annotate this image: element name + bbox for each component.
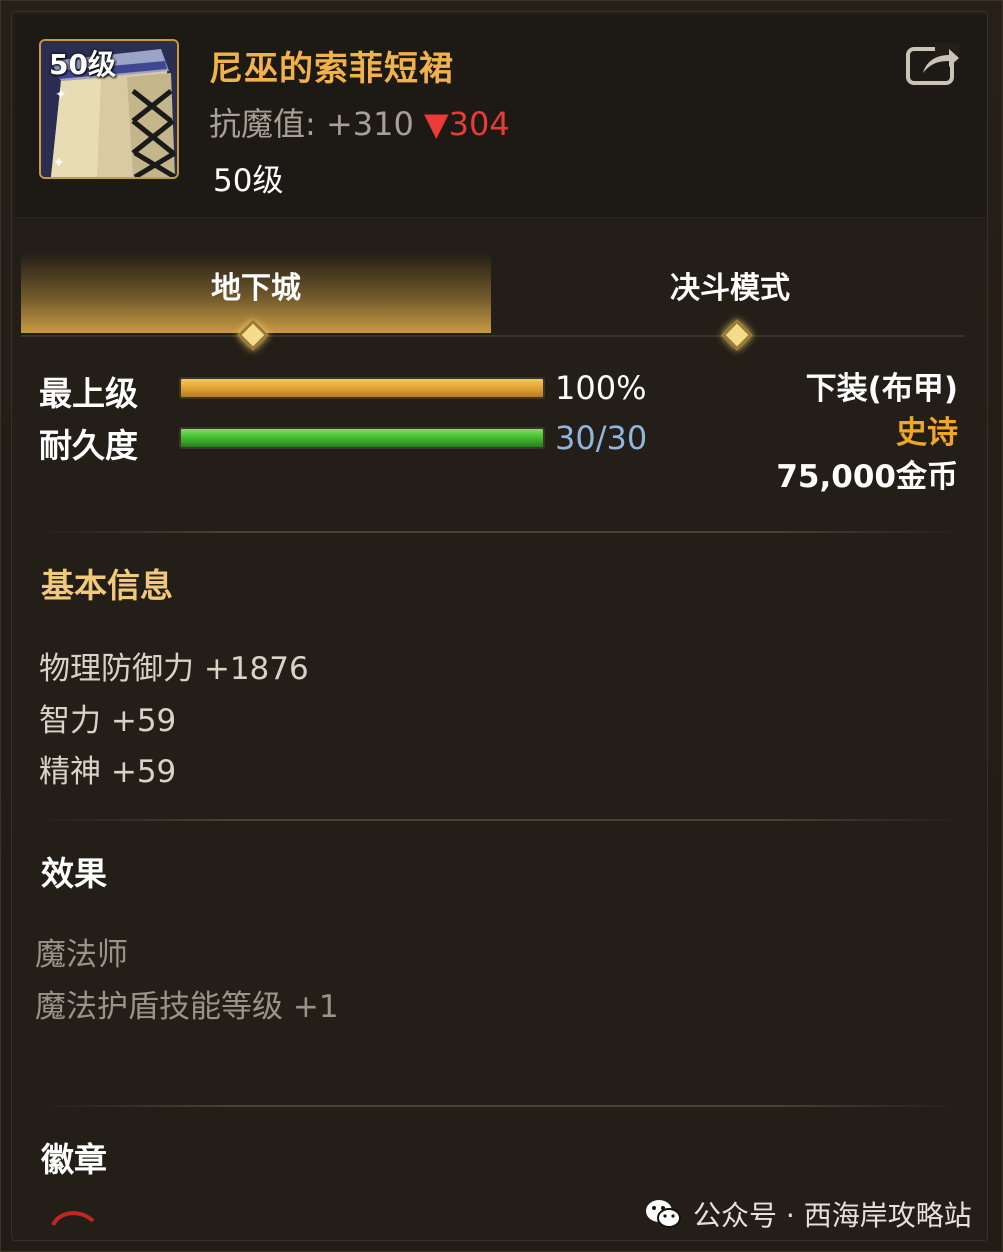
item-name: 尼巫的索菲短裙 [209,49,454,89]
durability-value: 30/30 [555,419,648,457]
basic-info-line: 物理防御力 +1876 [39,651,309,687]
watermark-text: 公众号 · 西海岸攻略站 [693,1199,972,1232]
divider [39,819,963,821]
durability-bar-fill [181,429,543,447]
item-price: 75,000金币 [776,459,958,495]
basic-info-title: 基本信息 [41,566,173,605]
grade-bar [179,377,545,399]
wechat-icon [646,1200,681,1228]
svg-text:✦: ✦ [55,87,67,103]
tab-dungeon-label: 地下城 [211,271,301,306]
item-level: 50级 [213,163,284,199]
stat-diff: ▼304 [424,105,510,143]
item-rarity: 史诗 [896,415,958,451]
grade-label: 最上级 [39,374,138,413]
watermark: 公众号 · 西海岸攻略站 [643,1191,972,1237]
tab-duel-label: 决斗模式 [670,271,790,306]
item-slot-type: 下装(布甲) [805,371,958,407]
durability-bar [179,427,545,449]
effect-line: 魔法护盾技能等级 +1 [35,989,339,1025]
item-icon-slot[interactable]: ✦ ✦ 50级 [39,39,179,179]
share-button[interactable] [905,41,961,87]
item-tooltip-panel: ✦ ✦ 50级 尼巫的索菲短裙 抗魔值: +310 ▼304 50级 地下城 决… [0,0,1003,1252]
divider [39,1105,963,1107]
stat-label: 抗魔值: [209,105,316,143]
emblem-title: 徽章 [41,1140,107,1179]
grade-value: 100% [555,369,647,407]
mode-tabs: 地下城 决斗模式 [21,253,965,337]
magic-resist-line: 抗魔值: +310 ▼304 [209,99,510,145]
basic-info-line: 精神 +59 [39,754,177,790]
tab-dungeon[interactable]: 地下城 [21,253,491,333]
svg-text:✦: ✦ [53,155,65,171]
effect-line: 魔法师 [35,937,128,973]
effect-title: 效果 [41,854,107,893]
basic-info-line: 智力 +59 [39,703,177,739]
item-level-badge: 50级 [49,48,116,81]
grade-bar-fill [181,379,543,397]
stat-value: +310 [325,105,414,143]
share-icon [906,43,959,85]
durability-label: 耐久度 [39,426,138,465]
divider [39,531,963,533]
emblem-slot-icon [51,1211,95,1227]
tab-duel[interactable]: 决斗模式 [495,253,965,333]
